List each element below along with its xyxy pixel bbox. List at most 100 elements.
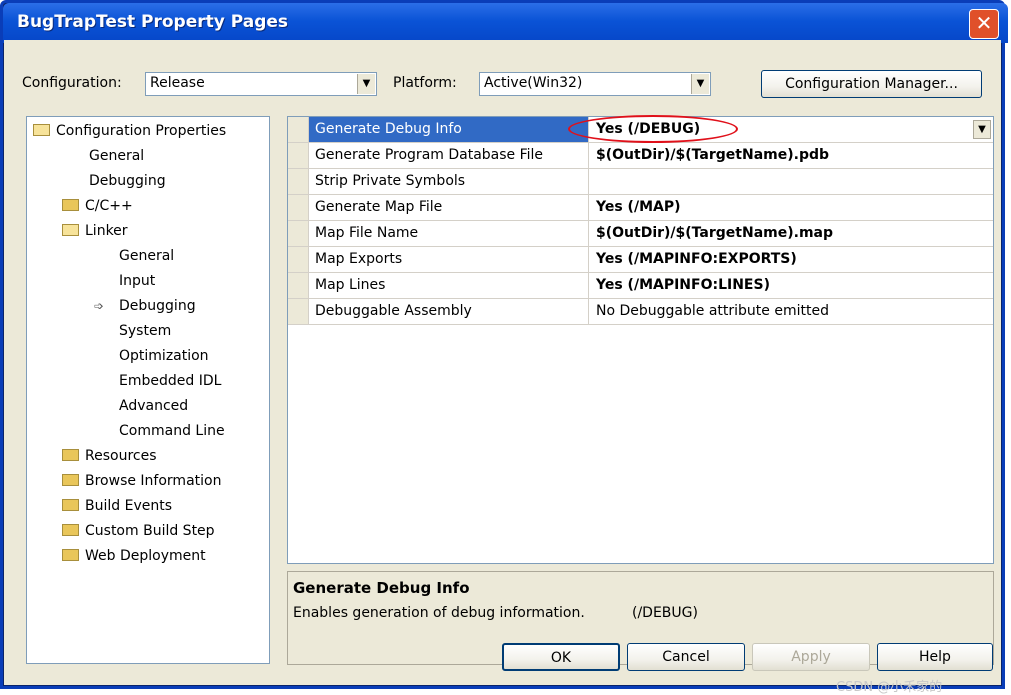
property-row[interactable]: Strip Private Symbols [288, 169, 993, 195]
configuration-manager-button[interactable]: Configuration Manager... [761, 70, 982, 98]
tree-item-label: Embedded IDL [119, 373, 222, 389]
tree-item-label: Resources [85, 448, 157, 464]
watermark-text: CSDN @小禾家的 [836, 680, 943, 695]
window-title: BugTrapTest Property Pages [17, 12, 289, 32]
tree-item[interactable]: Web Deployment [62, 548, 206, 564]
apply-button[interactable]: Apply [752, 643, 870, 671]
folder-open-icon [33, 124, 50, 136]
row-gutter [288, 299, 309, 324]
tree-item[interactable]: Configuration Properties [33, 123, 226, 139]
tree-item[interactable]: Command Line [119, 423, 225, 439]
property-value[interactable] [590, 169, 992, 194]
description-text: Enables generation of debug information. [293, 605, 585, 621]
tree-item[interactable]: Custom Build Step [62, 523, 215, 539]
folder-icon [62, 499, 79, 511]
tree-item[interactable]: Resources [62, 448, 157, 464]
property-row[interactable]: Generate Map File Yes (/MAP) [288, 195, 993, 221]
platform-label: Platform: [393, 75, 457, 91]
property-name[interactable]: Generate Debug Info [309, 117, 589, 142]
folder-icon [62, 449, 79, 461]
property-value[interactable]: $(OutDir)/$(TargetName).map [590, 221, 992, 246]
tree-item[interactable]: Linker [62, 223, 128, 239]
tree-item-label: General [119, 248, 175, 264]
property-tree[interactable]: Configuration Properties General Debuggi… [26, 116, 270, 664]
tree-item[interactable]: Browse Information [62, 473, 221, 489]
tree-item[interactable]: Optimization [119, 348, 209, 364]
tree-item[interactable]: Input [119, 273, 155, 289]
annotation-oval [568, 115, 738, 143]
property-name[interactable]: Map File Name [309, 221, 589, 246]
platform-value: Active(Win32) [484, 75, 583, 91]
row-gutter [288, 195, 309, 220]
row-gutter [288, 117, 309, 142]
tree-item[interactable]: C/C++ [62, 198, 133, 214]
property-row[interactable]: Generate Program Database File $(OutDir)… [288, 143, 993, 169]
tree-item-label: Input [119, 273, 156, 289]
tree-item-label: Debugging [89, 173, 166, 189]
tree-item[interactable]: Debugging [89, 173, 166, 189]
property-value[interactable]: Yes (/MAPINFO:LINES) [590, 273, 992, 298]
tree-item[interactable]: Embedded IDL [119, 373, 221, 389]
property-name[interactable]: Map Lines [309, 273, 589, 298]
title-bar[interactable]: BugTrapTest Property Pages ✕ [3, 3, 1008, 43]
tree-item-label: Debugging [119, 298, 196, 314]
ok-button[interactable]: OK [502, 643, 620, 671]
folder-icon [62, 199, 79, 211]
row-gutter [288, 143, 309, 168]
tree-item[interactable]: Advanced [119, 398, 188, 414]
tree-item-label: Configuration Properties [56, 123, 227, 139]
tree-item[interactable]: General [119, 248, 174, 264]
tree-item-label: Web Deployment [85, 548, 206, 564]
cancel-button[interactable]: Cancel [627, 643, 745, 671]
tree-item-label: Custom Build Step [85, 523, 215, 539]
property-value[interactable]: Yes (/MAP) [590, 195, 992, 220]
chevron-down-icon[interactable]: ▼ [973, 120, 991, 139]
configuration-value: Release [150, 75, 205, 91]
property-row[interactable]: Map File Name $(OutDir)/$(TargetName).ma… [288, 221, 993, 247]
row-gutter [288, 247, 309, 272]
folder-icon [62, 474, 79, 486]
chevron-down-icon[interactable]: ▼ [691, 74, 709, 94]
property-value[interactable]: No Debuggable attribute emitted [590, 299, 992, 324]
property-name[interactable]: Generate Map File [309, 195, 589, 220]
row-gutter [288, 169, 309, 194]
close-button[interactable]: ✕ [969, 9, 999, 39]
row-gutter [288, 221, 309, 246]
folder-open-icon [62, 224, 79, 236]
property-name[interactable]: Strip Private Symbols [309, 169, 589, 194]
description-switch: (/DEBUG) [632, 605, 698, 621]
configuration-select[interactable]: Release ▼ [145, 72, 377, 96]
tree-item-label: Optimization [119, 348, 209, 364]
property-row[interactable]: Map Exports Yes (/MAPINFO:EXPORTS) [288, 247, 993, 273]
folder-icon [62, 524, 79, 536]
property-value[interactable]: Yes (/MAPINFO:EXPORTS) [590, 247, 992, 272]
folder-icon [62, 549, 79, 561]
dialog-client-area: Configuration: Release ▼ Platform: Activ… [4, 40, 1001, 685]
tree-item-label: C/C++ [85, 198, 133, 214]
tree-item[interactable]: General [89, 148, 144, 164]
tree-item-label: General [89, 148, 145, 164]
property-name[interactable]: Debuggable Assembly [309, 299, 589, 324]
arrow-right-icon: ➩ [94, 299, 105, 313]
configuration-label: Configuration: [22, 75, 122, 91]
tree-item-label: Browse Information [85, 473, 222, 489]
tree-item-label: Command Line [119, 423, 225, 439]
description-title: Generate Debug Info [293, 579, 470, 597]
help-button[interactable]: Help [877, 643, 993, 671]
tree-item-label: System [119, 323, 172, 339]
property-name[interactable]: Generate Program Database File [309, 143, 589, 168]
tree-item[interactable]: Build Events [62, 498, 172, 514]
row-gutter [288, 273, 309, 298]
property-grid[interactable]: Generate Debug Info Yes (/DEBUG) ▼ Gener… [287, 116, 994, 564]
chevron-down-icon[interactable]: ▼ [357, 74, 375, 94]
tree-item-label: Linker [85, 223, 128, 239]
property-row[interactable]: Debuggable Assembly No Debuggable attrib… [288, 299, 993, 325]
property-row[interactable]: Map Lines Yes (/MAPINFO:LINES) [288, 273, 993, 299]
tree-item-label: Build Events [85, 498, 172, 514]
property-value[interactable]: $(OutDir)/$(TargetName).pdb [590, 143, 992, 168]
property-name[interactable]: Map Exports [309, 247, 589, 272]
tree-item-label: Advanced [119, 398, 189, 414]
tree-item[interactable]: Debugging [119, 298, 196, 314]
tree-item[interactable]: System [119, 323, 171, 339]
platform-select[interactable]: Active(Win32) ▼ [479, 72, 711, 96]
